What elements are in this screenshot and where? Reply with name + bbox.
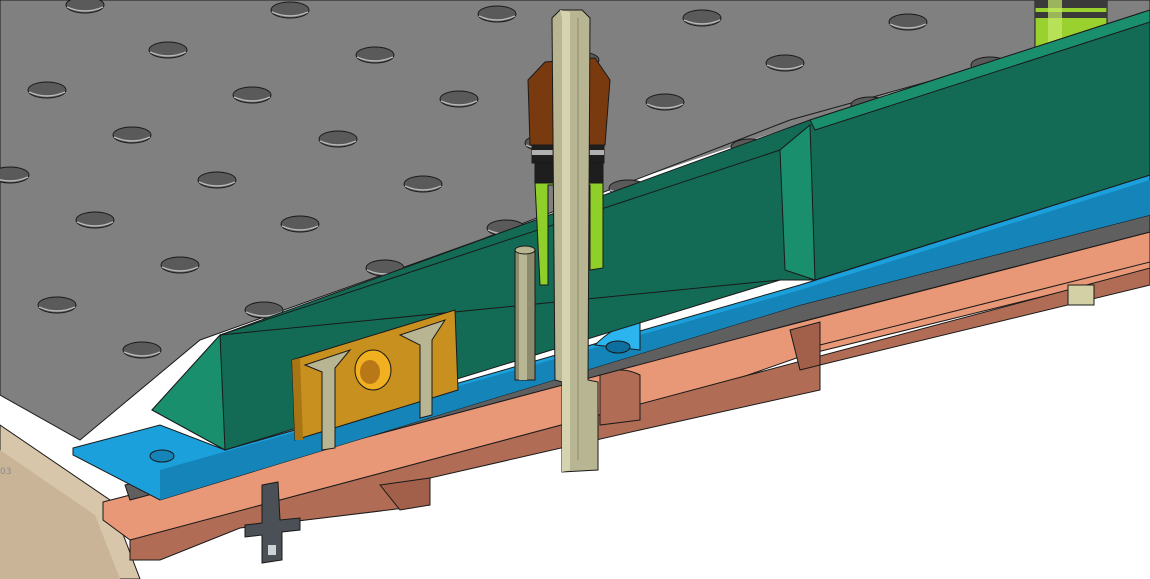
lower-right-standoff — [1067, 284, 1095, 306]
cad-viewport[interactable]: 03 — [0, 0, 1150, 579]
cad-model-view: 03 — [0, 0, 1150, 579]
guide-post — [514, 245, 536, 381]
corner-mark: 03 — [0, 467, 11, 477]
